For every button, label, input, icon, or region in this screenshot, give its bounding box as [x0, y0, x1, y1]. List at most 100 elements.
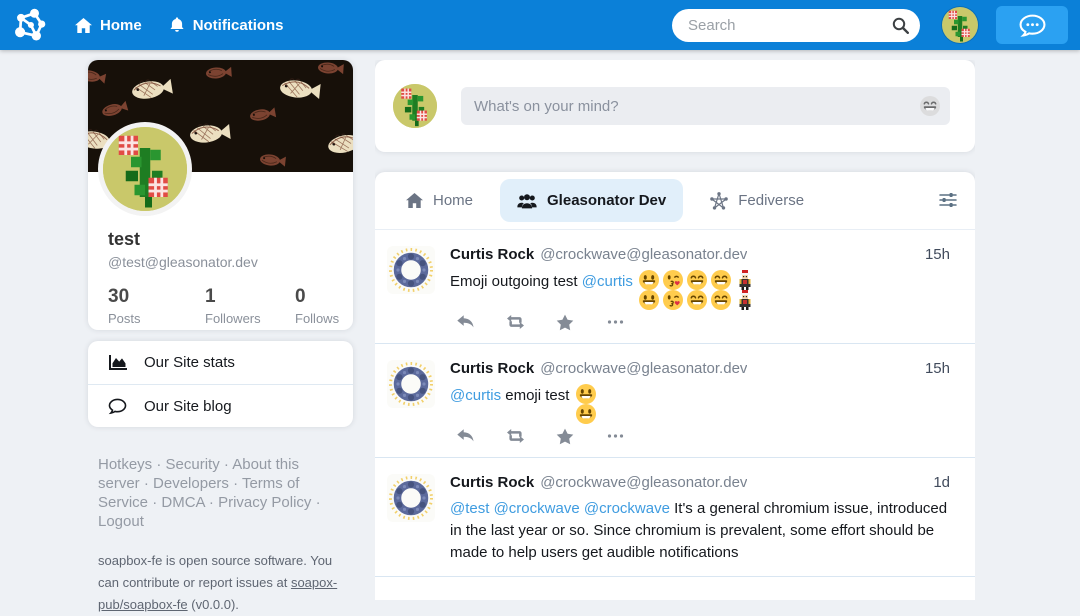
search-input[interactable]	[686, 16, 884, 35]
site-link-label: Our Site stats	[144, 354, 235, 371]
mention-link[interactable]: @curtis	[450, 387, 501, 404]
post-author-handle: @crockwave@gleasonator.dev	[540, 360, 747, 377]
footer-version: (v0.0.0).	[188, 597, 239, 612]
timeline-tabs: Home Gleasonator Dev Fediverse	[375, 172, 975, 230]
post-author-avatar[interactable]	[387, 246, 435, 294]
reply-button[interactable]	[456, 314, 475, 331]
home-icon	[406, 193, 423, 208]
post: Curtis Rock @crockwave@gleasonator.dev 1…	[375, 344, 975, 458]
post-author-name[interactable]: Curtis Rock	[450, 474, 534, 491]
stat-value: 1	[205, 286, 295, 308]
profile-stat-posts[interactable]: 30 Posts	[108, 286, 205, 326]
mention-link[interactable]: @crockwave	[494, 500, 580, 517]
navbar-user-avatar[interactable]	[942, 7, 978, 43]
composer-avatar[interactable]	[393, 84, 437, 128]
home-icon	[75, 18, 92, 33]
mention-link[interactable]: @crockwave	[584, 500, 670, 517]
favourite-button[interactable]	[556, 314, 575, 331]
post: Curtis Rock @crockwave@gleasonator.dev 1…	[375, 230, 975, 344]
post-author-name[interactable]: Curtis Rock	[450, 360, 534, 377]
footer-link-dmca[interactable]: DMCA	[161, 494, 204, 511]
chart-area-icon	[108, 355, 127, 371]
users-icon	[517, 193, 537, 209]
post-content: Emoji outgoing test @curtis	[450, 270, 950, 293]
top-navbar: Home Notifications	[0, 0, 1080, 50]
sidebar-footer: Hotkeys · Security · About this server ·…	[88, 455, 353, 616]
mention-link[interactable]: @test	[450, 500, 489, 517]
tab-gleasonator-dev[interactable]: Gleasonator Dev	[500, 179, 683, 222]
tab-label: Home	[433, 192, 473, 209]
nav-home[interactable]: Home	[75, 17, 142, 34]
more-button[interactable]	[606, 428, 625, 445]
bell-icon	[169, 17, 185, 33]
site-link-our-site-blog[interactable]: Our Site blog	[88, 384, 353, 427]
post-timestamp[interactable]: 1d	[923, 474, 950, 491]
footer-link-developers[interactable]: Developers	[153, 475, 229, 492]
fediverse-icon	[710, 192, 728, 210]
footer-link-privacy-policy[interactable]: Privacy Policy	[218, 494, 311, 511]
more-button[interactable]	[606, 314, 625, 331]
stat-label: Follows	[295, 311, 353, 326]
post-author-avatar[interactable]	[387, 474, 435, 522]
stat-label: Followers	[205, 311, 295, 326]
post-list: Curtis Rock @crockwave@gleasonator.dev 1…	[375, 230, 975, 577]
timeline-column: What's on your mind? Home Gleasonator De…	[375, 60, 975, 600]
search-box	[672, 9, 920, 42]
repost-button[interactable]	[506, 428, 525, 445]
custom-festive-emoji	[735, 270, 755, 290]
nav-notifications-label: Notifications	[193, 17, 284, 34]
site-link-our-site-stats[interactable]: Our Site stats	[88, 341, 353, 384]
nav-notifications[interactable]: Notifications	[169, 17, 284, 34]
stat-label: Posts	[108, 311, 205, 326]
tab-label: Fediverse	[738, 192, 804, 209]
beaming-face-emoji	[711, 270, 731, 290]
post: Curtis Rock @crockwave@gleasonator.dev 1…	[375, 458, 975, 577]
mention-link[interactable]: @curtis	[582, 273, 633, 290]
footer-link-hotkeys[interactable]: Hotkeys	[98, 456, 152, 473]
footer-about: soapbox-fe is open source software. You …	[98, 550, 348, 616]
tab-fediverse[interactable]: Fediverse	[695, 179, 819, 223]
left-sidebar: test @test@gleasonator.dev 30Posts1Follo…	[88, 60, 353, 616]
timeline-card: Home Gleasonator Dev Fediverse Curtis Ro…	[375, 172, 975, 600]
timeline-settings-button[interactable]	[939, 192, 957, 208]
compose-placeholder: What's on your mind?	[474, 98, 619, 115]
post-content: @test @crockwave @crockwave It's a gener…	[450, 498, 950, 564]
post-author-name[interactable]: Curtis Rock	[450, 246, 534, 263]
compose-card: What's on your mind?	[375, 60, 975, 152]
emoji-picker-button[interactable]	[920, 96, 940, 116]
reply-button[interactable]	[456, 428, 475, 445]
profile-stats: 30 Posts1 Followers0 Follows	[88, 270, 353, 326]
kissing-heart-emoji	[663, 270, 683, 290]
repost-button[interactable]	[506, 314, 525, 331]
grinning-face-emoji	[639, 270, 659, 290]
site-links-card: Our Site stats Our Site blog	[88, 341, 353, 427]
chat-button[interactable]	[996, 6, 1068, 44]
compose-input[interactable]: What's on your mind?	[461, 87, 950, 125]
beaming-face-emoji	[687, 270, 707, 290]
post-actions	[450, 428, 950, 445]
stat-value: 0	[295, 286, 353, 308]
speech-bubble-icon	[108, 398, 127, 415]
post-author-avatar[interactable]	[387, 360, 435, 408]
profile-stat-followers[interactable]: 1 Followers	[205, 286, 295, 326]
profile-handle: @test@gleasonator.dev	[108, 254, 333, 270]
footer-link-logout[interactable]: Logout	[98, 513, 144, 530]
nav-home-label: Home	[100, 17, 142, 34]
footer-link-security[interactable]: Security	[166, 456, 220, 473]
post-author-handle: @crockwave@gleasonator.dev	[540, 474, 747, 491]
profile-stat-follows[interactable]: 0 Follows	[295, 286, 353, 326]
favourite-button[interactable]	[556, 428, 575, 445]
site-link-label: Our Site blog	[144, 398, 232, 415]
profile-avatar[interactable]	[98, 122, 192, 216]
post-timestamp[interactable]: 15h	[915, 360, 950, 377]
post-content: @curtis emoji test	[450, 384, 950, 407]
profile-display-name[interactable]: test	[108, 229, 333, 250]
tab-home[interactable]: Home	[391, 179, 488, 222]
search-icon[interactable]	[892, 17, 909, 34]
stat-value: 30	[108, 286, 205, 308]
profile-card: test @test@gleasonator.dev 30Posts1Follo…	[88, 60, 353, 330]
soapbox-logo[interactable]	[12, 7, 48, 43]
post-timestamp[interactable]: 15h	[915, 246, 950, 263]
grinning-face-emoji	[576, 384, 596, 404]
post-author-handle: @crockwave@gleasonator.dev	[540, 246, 747, 263]
